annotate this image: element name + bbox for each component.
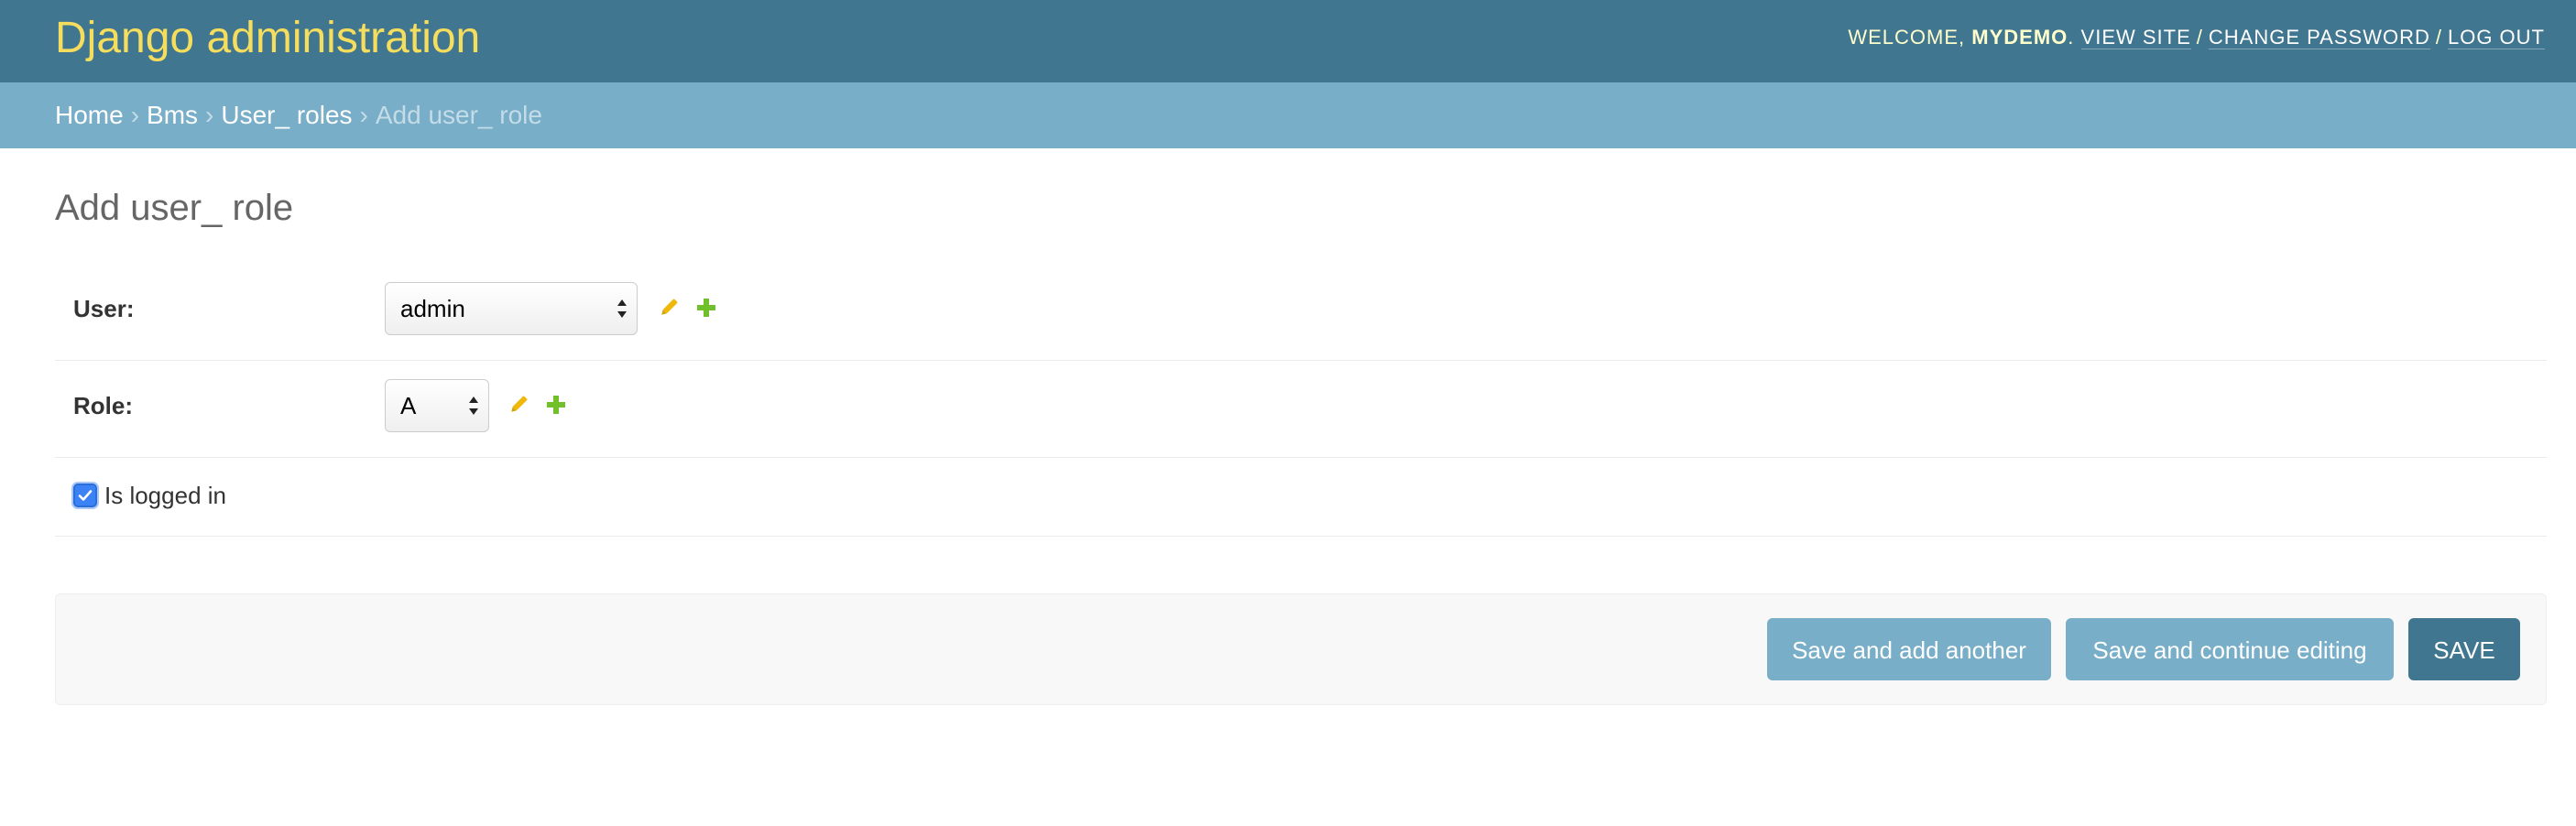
checkmark-icon [78,490,93,501]
role-select[interactable]: A [385,379,489,432]
log-out-link[interactable]: Log out [2447,26,2545,49]
breadcrumb-current: Add user_ role [375,101,542,129]
plus-icon[interactable] [543,392,569,418]
page-title: Add user_ role [55,188,294,228]
site-header: Django administration Welcome, mydemo. V… [0,0,2576,82]
select-arrows-icon [469,397,478,415]
breadcrumb-separator: › [205,101,214,129]
breadcrumb-home[interactable]: Home [55,101,124,129]
main-content: Add user_ role User: admin Role: A Is lo… [55,148,2547,705]
breadcrumb: Home › Bms › User_ roles › Add user_ role [0,82,2576,148]
user-select[interactable]: admin [385,282,638,335]
user-select-value: admin [400,295,465,322]
role-field-label: Role: [73,392,133,419]
user-tools-separator: / [2196,26,2203,49]
user-field-label: User: [73,295,135,322]
site-title[interactable]: Django administration [55,13,480,64]
save-and-continue-button[interactable]: Save and continue editing [2066,618,2394,680]
is-logged-in-label[interactable]: Is logged in [104,482,226,509]
select-arrows-icon [617,299,627,318]
welcome-text: Welcome, [1848,26,1966,49]
change-password-link[interactable]: Change password [2208,26,2430,49]
save-and-add-another-button[interactable]: Save and add another [1767,618,2051,680]
username: mydemo [1971,26,2068,49]
welcome-suffix: . [2068,26,2075,49]
form-row-is-logged-in: Is logged in [55,458,2547,537]
submit-row: Save and add another Save and continue e… [55,593,2547,705]
plus-icon[interactable] [693,295,719,321]
breadcrumb-separator: › [130,101,140,129]
pencil-icon[interactable] [656,295,682,321]
breadcrumb-separator: › [359,101,368,129]
is-logged-in-checkbox[interactable] [73,484,97,507]
form-row-role: Role: A [55,361,2547,458]
save-button[interactable]: Save [2408,618,2520,680]
view-site-link[interactable]: View site [2080,26,2191,49]
form-row-user: User: admin [55,264,2547,361]
pencil-icon[interactable] [506,392,531,418]
user-tools: Welcome, mydemo. View site / Change passwo… [1848,24,2545,51]
breadcrumb-bms[interactable]: Bms [147,101,198,129]
role-select-value: A [400,392,417,419]
user-tools-separator: / [2435,26,2442,49]
breadcrumb-user-roles[interactable]: User_ roles [221,101,352,129]
